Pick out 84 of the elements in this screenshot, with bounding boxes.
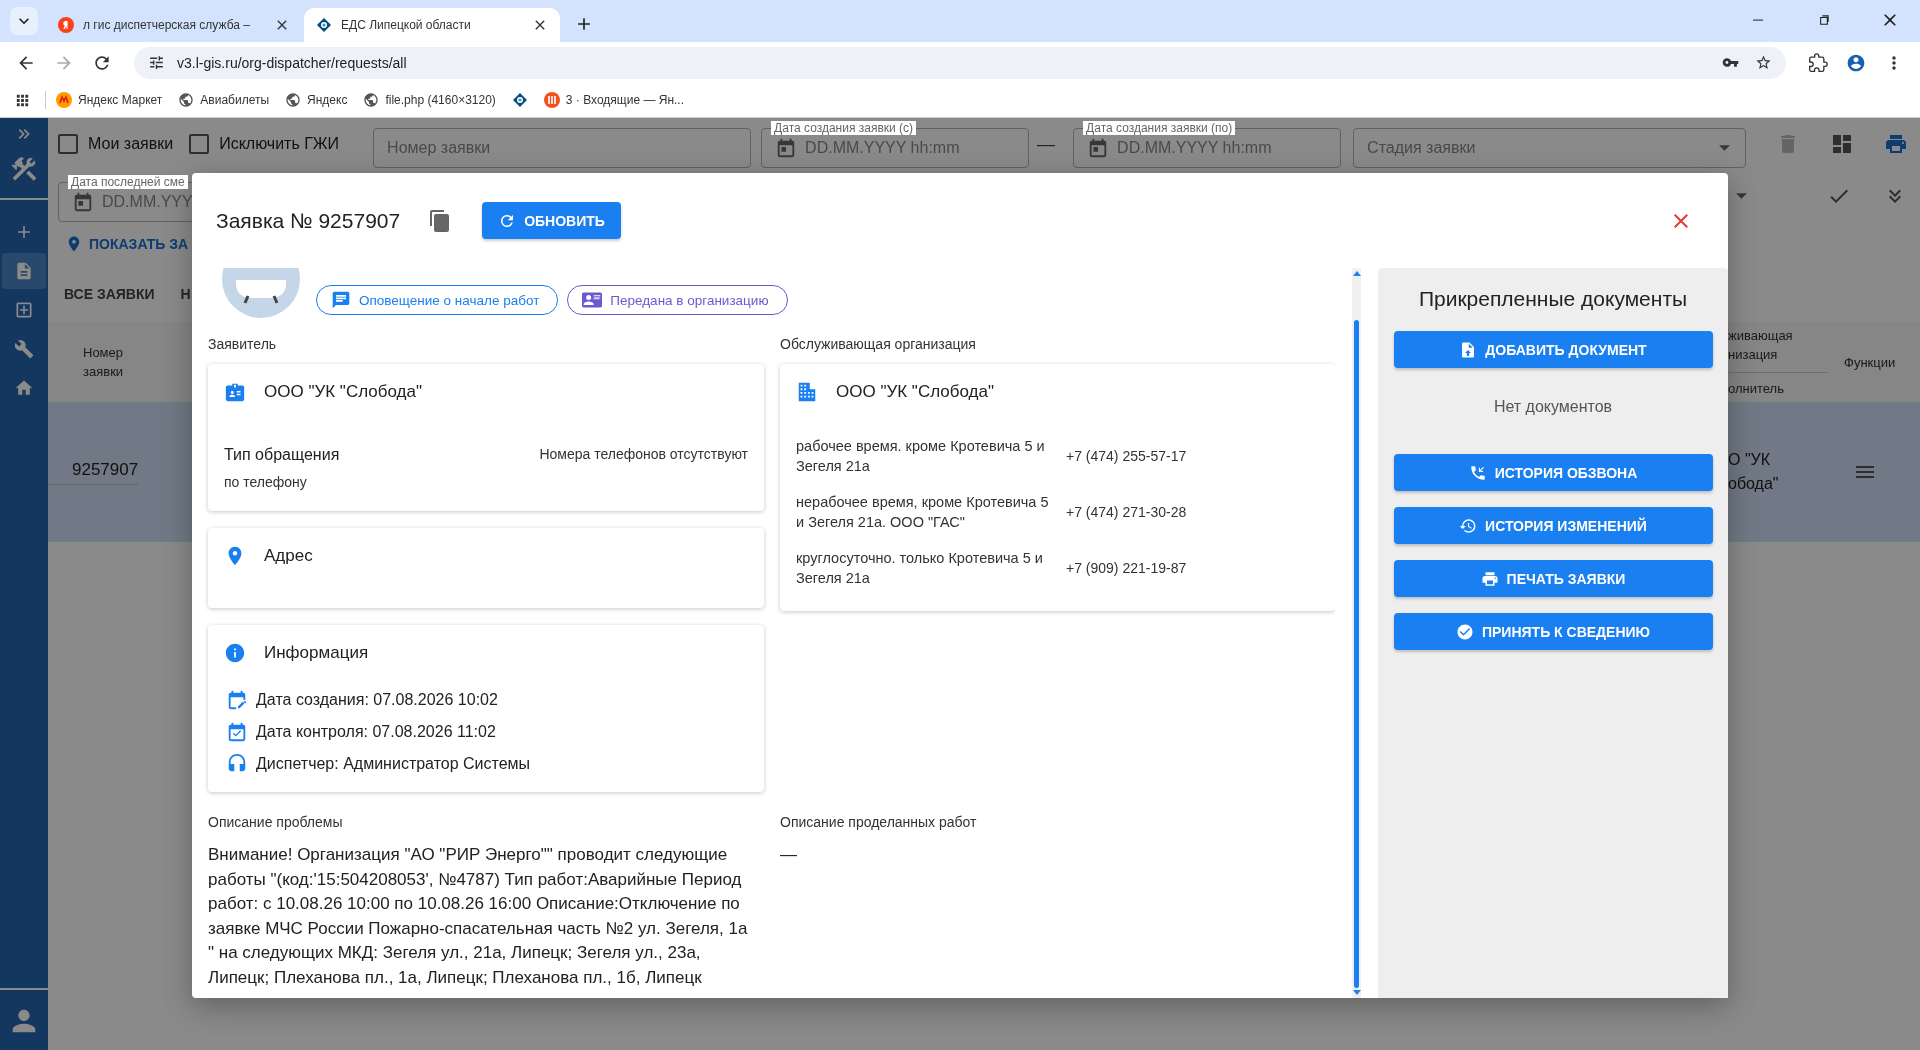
market-logo-icon [56,92,72,108]
checkbox[interactable]: Мои заявки [58,134,174,154]
contact-note: нерабочее время, кроме Кротевича 5 и Зегеля 21а. ООО "ГАС" [796,493,1050,532]
building-icon [796,381,818,403]
column-header: олнитель [1728,380,1785,398]
phones-note: Номера телефонов отсутствуют [539,446,748,464]
bookmark[interactable]: 3 · Входящие — Ян... [543,92,685,108]
refresh-button[interactable]: ОБНОВИТЬ [482,202,621,239]
applicant-name: ООО "УК "Слобода" [264,382,422,402]
address-heading: Адрес [264,546,313,566]
document-icon [14,261,34,281]
wrench-icon [14,339,34,359]
section-label: Описание проделанных работ [780,813,978,831]
add-document-button[interactable]: ДОБАВИТЬ ДОКУМЕНТ [1393,331,1713,368]
sidebar-item[interactable] [2,253,46,289]
scrollbar[interactable] [1352,268,1361,998]
action-button[interactable]: ПРИНЯТЬ К СВЕДЕНИЮ [1393,613,1713,650]
section-label: Заявитель [208,335,278,353]
checkbox[interactable]: Исключить ГЖИ [189,134,340,154]
info-heading: Информация [264,643,369,663]
mail-logo-icon [543,92,560,108]
info-text: Дата контроля: 07.08.2026 11:02 [256,723,496,741]
scroll-up-icon[interactable] [1352,270,1361,276]
message-icon [331,290,351,310]
table-row[interactable]: 9257907 [48,402,192,542]
section-label: Описание проблемы [208,813,344,831]
bookmark[interactable]: file.php (4160×3120) [363,92,496,108]
section-label: Обслуживающая организация [780,335,977,353]
home-icon [14,378,34,398]
problem-description: Внимание! Организация "АО "РИР Энерго"" проводит следующие работы "(код:'15:504208053', №4787) Тип работ:Аварийные Период работ: с 10.08.26 10:00 по 10.08.26 16:00 Описание:Отключение по заявке МЧС России Пожарно-спасательная часть №2 ул. Зегеля, 1а " на следующих МКД: Зегеля ул., 21а, Липецк; Зегеля ул., 23а, Липецк; Плеханова пл., 1а, Липецк; Плеханова пл., 1б, Липецк [208,844,749,989]
phone-number: +7 (474) 255-57-17 [1066,448,1187,464]
action-button[interactable]: ИСТОРИЯ ИЗМЕНЕНИЙ [1393,507,1713,544]
contact-note: круглосуточно. только Кротевича 5 и Зегеля 21а [796,549,1044,588]
show-link[interactable]: ПОКАЗАТЬ ЗА [89,236,189,252]
list-tab[interactable]: Н [180,286,191,302]
id-card-icon [582,290,603,310]
column-header: Функции [1844,353,1896,372]
info-text: Дата создания: 07.08.2026 10:02 [256,691,498,709]
panel-title: Прикрепленные документы [1418,287,1688,311]
table-cell: 9257907 [48,459,139,485]
range-dash: — [1036,133,1057,155]
list-tab[interactable]: ВСЕ ЗАЯВКИ [64,286,155,302]
action-button[interactable]: ПЕЧАТЬ ЗАЯВКИ [1393,560,1713,597]
contact-type-value: по телефону [224,474,308,490]
address-field[interactable]: v3.l-gis.ru/org-dispatcher/requests/all [134,46,1786,79]
scroll-down-icon[interactable] [1352,990,1361,996]
organization-name: ООО "УК "Слобода" [836,382,994,402]
date-field[interactable]: Дата создания заявки (с) DD.MM.YYYY hh:mm [761,120,1030,168]
yandex-favicon-icon [58,17,74,33]
bookmark[interactable]: Яндекс Маркет [56,92,163,108]
contact-type-label: Тип обращения [224,446,340,464]
globe-icon [285,92,302,108]
info-text: Диспетчер: Администратор Системы [256,755,531,773]
calendar-edit-icon [226,689,248,711]
browser-tab[interactable]: л гис диспетчерская служба – [46,8,302,42]
phone-icon [1468,463,1487,482]
badge-icon [224,381,246,403]
browser-tab[interactable]: ЕДС Липецкой области [304,8,560,42]
printer-icon [1480,569,1499,588]
globe-icon [363,92,380,108]
info-icon [224,642,246,664]
caret-icon [1719,145,1731,151]
bookmark[interactable]: Яндекс [285,92,348,108]
diamond-logo-icon [316,17,332,33]
dialog-title: Заявка № 9257907 [216,208,401,233]
calendar-check-icon [226,721,248,743]
plus-box-icon [14,300,34,320]
date-field[interactable]: Дата создания заявки (по) DD.MM.YYYY hh:mm [1073,120,1342,168]
diamond-logo-icon [511,92,528,108]
printer-icon[interactable] [1884,132,1909,156]
bookmark[interactable] [511,92,528,108]
empty-state-text: Нет документов [1493,398,1613,416]
history-icon [1459,516,1478,535]
bookmark[interactable]: Авиабилеты [178,92,270,108]
table-cell-text: О "УК обода" [1728,450,1780,494]
action-button[interactable]: ИСТОРИЯ ОБЗВОНА [1393,454,1713,491]
column-header: Номер заявки [82,344,124,381]
contact-note: рабочее время. кроме Кротевича 5 и Зегеля 21а [796,437,1046,476]
globe-icon [178,92,195,108]
phone-number: +7 (909) 221-19-87 [1066,560,1187,576]
work-description: — [780,844,798,866]
caret-icon[interactable] [1736,193,1747,199]
phone-number: +7 (474) 271-30-28 [1066,504,1187,520]
calendar-icon [72,190,94,213]
